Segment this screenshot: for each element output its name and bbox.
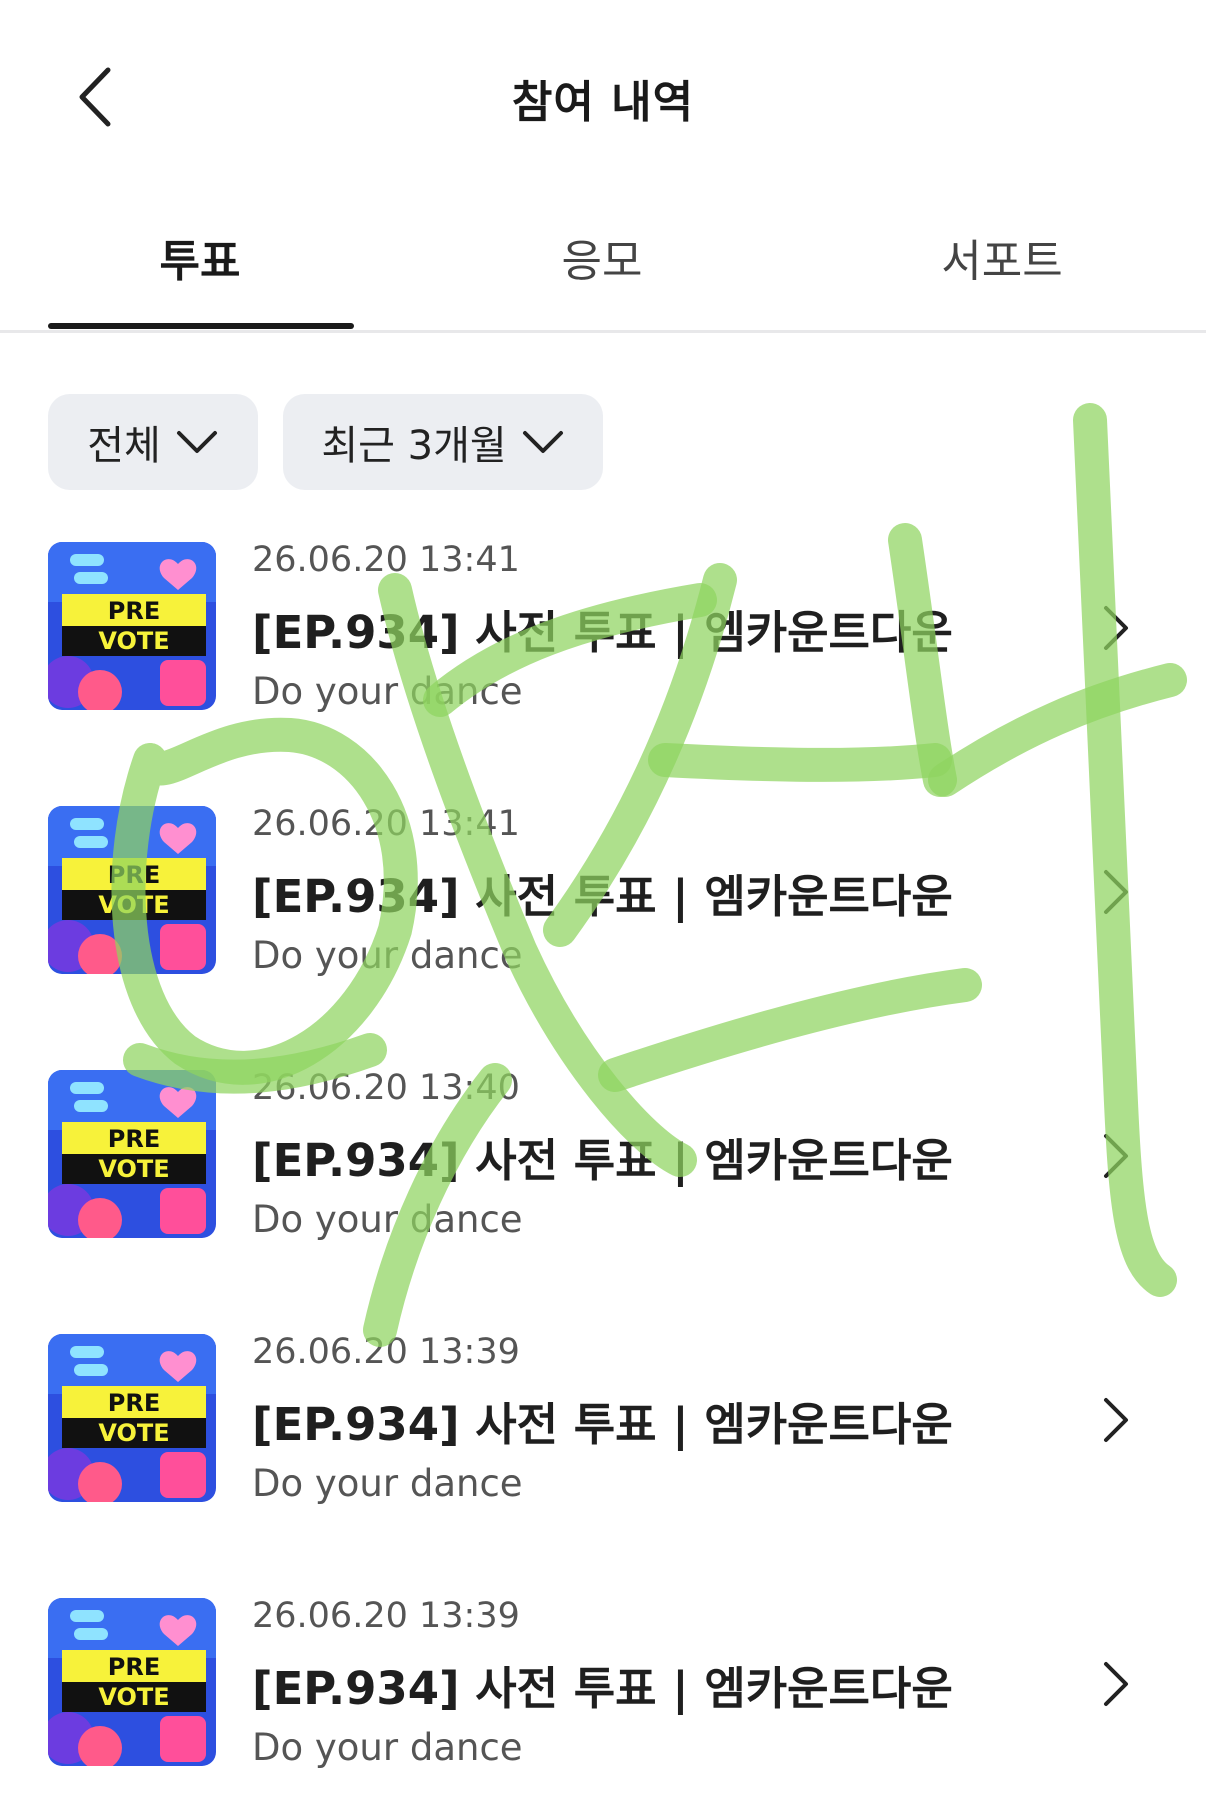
- item-title: [EP.934] 사전 투표 | 엠카운트다운: [252, 1662, 953, 1715]
- item-date: 26.06.20 13:41: [252, 540, 520, 580]
- event-thumbnail: PRE VOTE: [48, 806, 216, 974]
- item-date: 26.06.20 13:41: [252, 804, 520, 844]
- list-item[interactable]: PRE VOTE 26.06.20 13:39 [EP.934] 사전 투표 | …: [0, 1332, 1206, 1505]
- item-subtitle: Do your dance: [252, 1198, 523, 1241]
- filter-period-dropdown[interactable]: 최근 3개월: [283, 394, 603, 490]
- pre-vote-thumbnail-art: PREVOTE: [48, 1334, 216, 1502]
- item-title: [EP.934] 사전 투표 | 엠카운트다운: [252, 1134, 953, 1187]
- event-thumbnail: PRE VOTE: [48, 1070, 216, 1238]
- tab-bar: 투표 응모 서포트: [0, 215, 1206, 335]
- list-item[interactable]: PRE VOTE 26.06.20 13:39 [EP.934] 사전 투표 | …: [0, 1596, 1206, 1769]
- tab-entry[interactable]: 응모: [452, 225, 752, 289]
- item-date: 26.06.20 13:39: [252, 1332, 520, 1372]
- event-thumbnail: PRE VOTE: [48, 1598, 216, 1766]
- pre-vote-thumbnail-art: PREVOTE: [48, 542, 216, 710]
- filter-category-dropdown[interactable]: 전체: [48, 394, 258, 490]
- list-item[interactable]: PRE VOTE 26.06.20 13:41 [EP.934] 사전 투표 | …: [0, 804, 1206, 977]
- tab-divider: [0, 330, 1206, 333]
- item-subtitle: Do your dance: [252, 1462, 523, 1505]
- item-title: [EP.934] 사전 투표 | 엠카운트다운: [252, 606, 953, 659]
- chevron-right-icon: [1104, 1662, 1128, 1706]
- event-thumbnail: PRE VOTE: [48, 1334, 216, 1502]
- item-subtitle: Do your dance: [252, 670, 523, 713]
- thumbnail-vote-text: VOTE: [98, 1155, 169, 1183]
- item-subtitle: Do your dance: [252, 934, 523, 977]
- chevron-right-icon: [1104, 606, 1128, 650]
- active-tab-indicator: [48, 323, 354, 329]
- chevron-right-icon: [1104, 1134, 1128, 1178]
- chevron-down-icon: [522, 431, 563, 453]
- filter-category-label: 전체: [87, 423, 161, 469]
- tab-vote[interactable]: 투표: [50, 225, 350, 289]
- thumbnail-pre-text: PRE: [108, 597, 160, 625]
- thumbnail-pre-text: PRE: [108, 1125, 160, 1153]
- pre-vote-thumbnail-art: PREVOTE: [48, 1070, 216, 1238]
- app-header: 참여 내역: [0, 0, 1206, 200]
- thumbnail-vote-text: VOTE: [98, 1419, 169, 1447]
- pre-vote-thumbnail-art: PREVOTE: [48, 806, 216, 974]
- chevron-right-icon: [1104, 1398, 1128, 1442]
- list-item[interactable]: PRE VOTE 26.06.20 13:40 [EP.934] 사전 투표 | …: [0, 1068, 1206, 1241]
- item-title: [EP.934] 사전 투표 | 엠카운트다운: [252, 870, 953, 923]
- item-date: 26.06.20 13:40: [252, 1068, 520, 1108]
- tab-support[interactable]: 서포트: [852, 225, 1152, 289]
- event-thumbnail: PRE VOTE: [48, 542, 216, 710]
- filter-period-label: 최근 3개월: [321, 423, 507, 469]
- pre-vote-thumbnail-art: PREVOTE: [48, 1598, 216, 1766]
- thumbnail-vote-text: VOTE: [98, 891, 169, 919]
- chevron-down-icon: [176, 431, 217, 453]
- chevron-right-icon: [1104, 870, 1128, 914]
- page-title: 참여 내역: [511, 77, 695, 128]
- thumbnail-vote-text: VOTE: [98, 627, 169, 655]
- item-date: 26.06.20 13:39: [252, 1596, 520, 1636]
- item-title: [EP.934] 사전 투표 | 엠카운트다운: [252, 1398, 953, 1451]
- thumbnail-pre-text: PRE: [108, 861, 160, 889]
- thumbnail-pre-text: PRE: [108, 1653, 160, 1681]
- list-item[interactable]: PRE VOTE 26.06.20 13:41 [EP.934] 사전 투표 | …: [0, 540, 1206, 713]
- thumbnail-vote-text: VOTE: [98, 1683, 169, 1711]
- thumbnail-pre-text: PRE: [108, 1389, 160, 1417]
- item-subtitle: Do your dance: [252, 1726, 523, 1769]
